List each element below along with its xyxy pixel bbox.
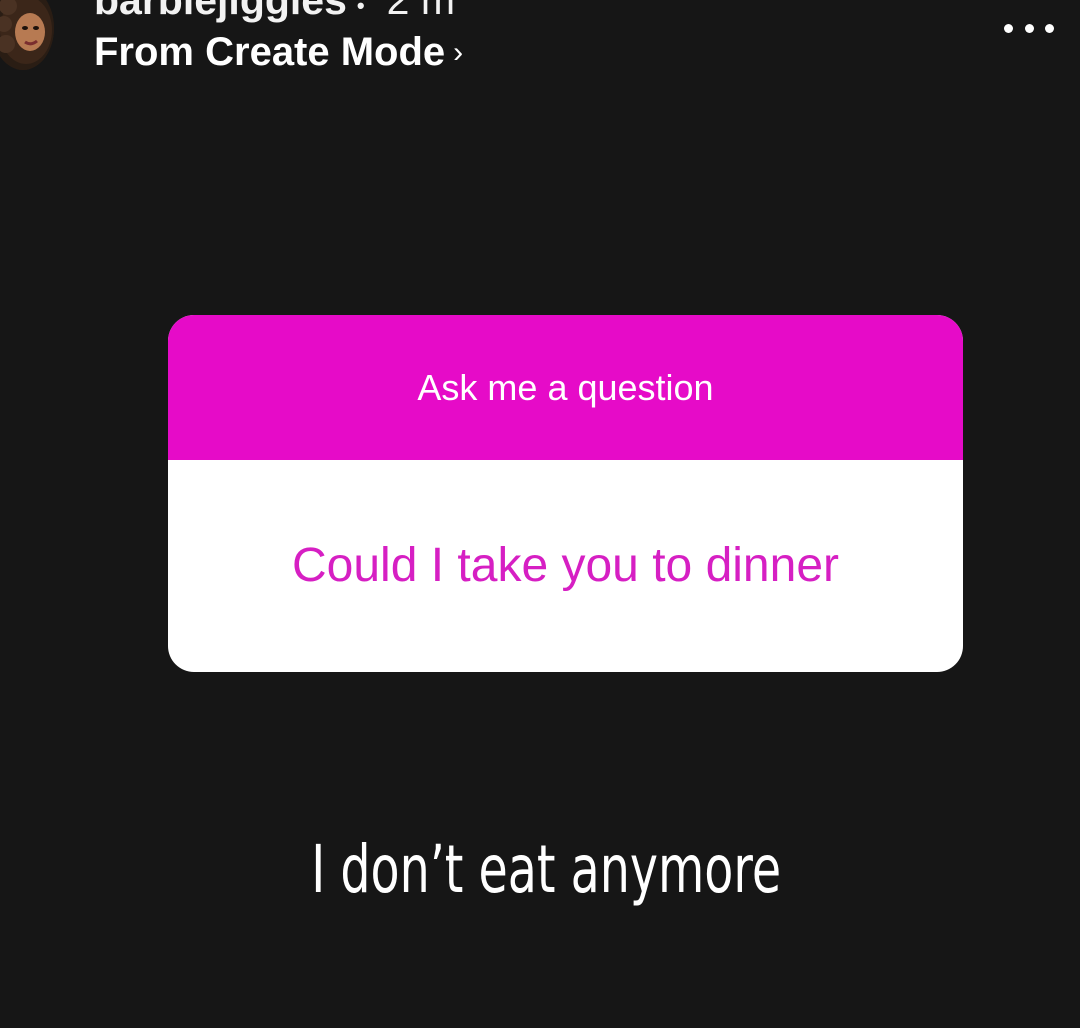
username[interactable]: barbiejiggies — [94, 0, 347, 23]
ellipsis-dot — [1045, 23, 1054, 33]
avatar[interactable] — [0, 0, 54, 70]
create-mode-label: From Create Mode — [94, 30, 446, 74]
create-mode-link[interactable]: From Create Mode › — [94, 30, 463, 78]
timestamp: 2 m — [386, 0, 455, 23]
question-prompt: Ask me a question — [168, 315, 963, 460]
more-options-button[interactable] — [1004, 16, 1054, 40]
story-header: barbiejiggies • 2 m From Create Mode › — [0, 0, 1080, 80]
username-row: barbiejiggies • 2 m — [94, 0, 455, 22]
ellipsis-horizontal-icon — [1004, 23, 1013, 33]
avatar-image — [0, 0, 54, 70]
story-reply-text: I don’t eat anymore — [311, 831, 782, 908]
separator-dot: • — [356, 0, 365, 18]
question-sticker[interactable]: Ask me a question Could I take you to di… — [168, 315, 963, 672]
ellipsis-dot — [1024, 23, 1034, 33]
chevron-right-icon: › — [453, 36, 464, 69]
question-answer: Could I take you to dinner — [291, 539, 839, 592]
